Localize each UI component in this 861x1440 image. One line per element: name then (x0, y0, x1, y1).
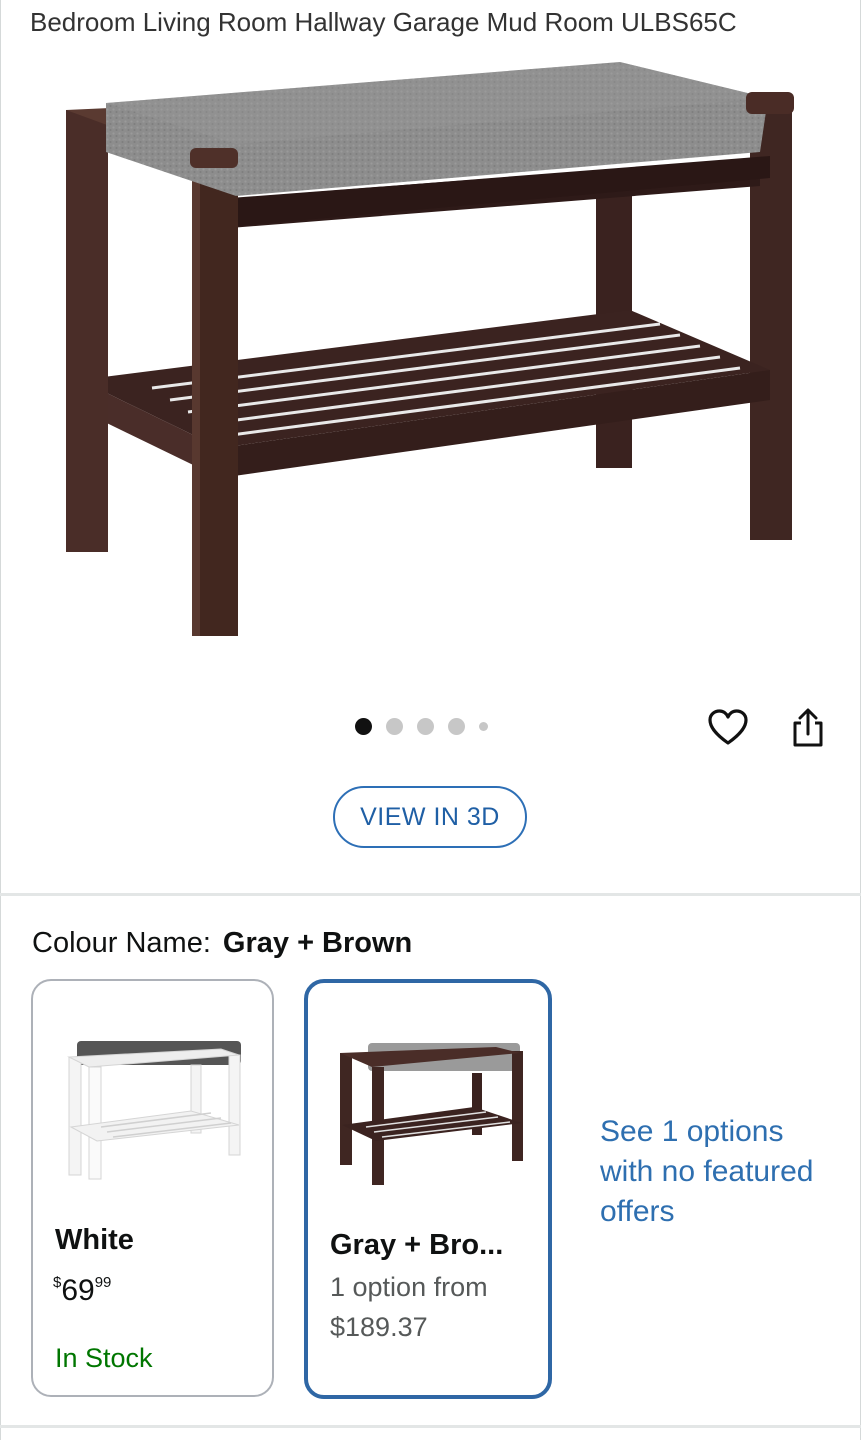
product-title[interactable]: Bedroom Living Room Hallway Garage Mud R… (30, 4, 850, 40)
carousel-dot-2[interactable] (386, 718, 403, 735)
carousel-dot-5[interactable] (479, 722, 488, 731)
see-options-link[interactable]: See 1 options with no featured offers (600, 1112, 820, 1232)
availability-status: In Stock (55, 1343, 153, 1373)
carousel-dot-1[interactable] (355, 718, 372, 735)
price-whole: 69 (61, 1274, 95, 1307)
left-edge (0, 0, 1, 1440)
view-in-3d-button[interactable]: VIEW IN 3D (333, 786, 527, 848)
share-icon (793, 708, 823, 747)
colour-name-label: Colour Name: (32, 927, 211, 959)
section-divider (0, 893, 861, 896)
variant-name: Gray + Bro... (330, 1229, 504, 1261)
add-to-wishlist-button[interactable] (706, 706, 750, 750)
carousel-dot-4[interactable] (448, 718, 465, 735)
variant-thumbnail-white (67, 1041, 241, 1180)
variant-name: White (55, 1224, 134, 1256)
variant-card-gray-brown[interactable]: Gray + Bro... 1 option from $189.37 (304, 979, 552, 1399)
offer-price: $189.37 (330, 1312, 428, 1342)
carousel-dot-3[interactable] (417, 718, 434, 735)
share-button[interactable] (786, 706, 830, 750)
variant-thumbnail-gray-brown (340, 1043, 523, 1185)
image-carousel-dots (355, 718, 488, 735)
offer-line: 1 option from (330, 1272, 488, 1302)
bottom-divider (0, 1425, 861, 1428)
colour-name-value: Gray + Brown (222, 927, 413, 959)
price-fraction: 99 (94, 1274, 112, 1291)
heart-icon (708, 709, 748, 745)
product-main-image[interactable] (40, 48, 820, 658)
variant-price: $6999 (53, 1263, 111, 1311)
colour-name-row: Colour Name: Gray + Brown (32, 922, 412, 964)
variant-card-white[interactable]: White $6999 In Stock (31, 979, 274, 1397)
